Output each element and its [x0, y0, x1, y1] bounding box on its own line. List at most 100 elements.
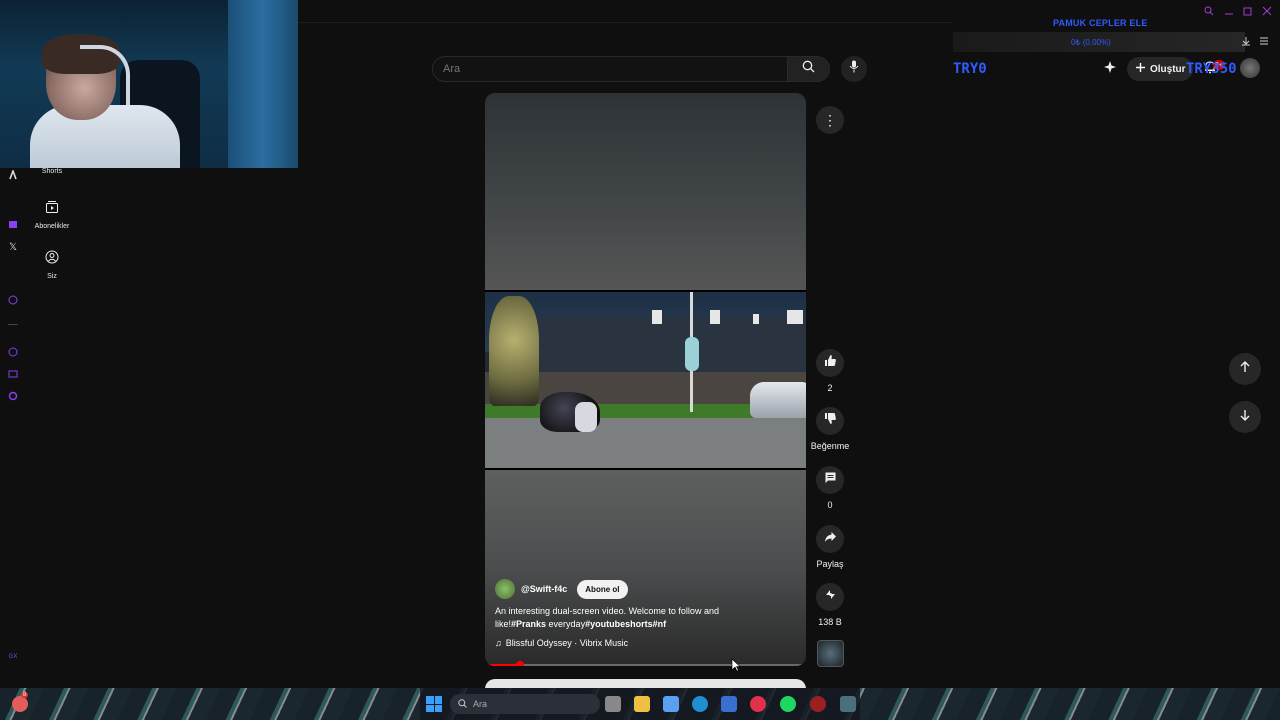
comments-icon-wrap [816, 466, 844, 494]
like-button[interactable]: 2 [810, 349, 850, 393]
next-short-button[interactable] [1229, 401, 1261, 433]
nav-item-shorts[interactable]: Shorts [26, 168, 78, 175]
nav-item-subscriptions[interactable]: Abonelikler [26, 200, 78, 230]
comments-button[interactable]: 0 [810, 466, 850, 510]
subscribe-button[interactable]: Abone ol [577, 579, 628, 599]
create-button[interactable]: Oluştur [1127, 57, 1193, 81]
mic-icon [849, 60, 859, 78]
restore-icon[interactable] [1243, 6, 1253, 19]
browser-sidebar: 𝕏 GX [0, 160, 26, 690]
remix-icon [824, 588, 837, 606]
menu-icon[interactable] [1259, 33, 1269, 51]
account-icon [45, 250, 59, 269]
app-icon[interactable] [810, 696, 826, 712]
avatar[interactable] [1240, 58, 1260, 78]
donation-goal-progress: 0₺ (0.00%) [1071, 38, 1111, 47]
sound-thumbnail[interactable] [817, 640, 844, 667]
gx-icon[interactable]: GX [6, 650, 20, 664]
twitch-icon[interactable] [6, 218, 20, 232]
taskbar-search-placeholder: Ara [473, 699, 488, 709]
task-view-icon[interactable] [605, 696, 621, 712]
thumbs-up-icon [824, 354, 837, 372]
video-progress-handle[interactable] [516, 661, 525, 666]
weather-widget-icon[interactable]: 8 [12, 692, 29, 712]
subscriptions-icon [45, 200, 59, 219]
donation-goal-overlay: PAMUK CEPLER ELE 0₺ (0.00%) [953, 14, 1280, 64]
share-icon-wrap [816, 525, 844, 553]
player-icon[interactable] [6, 293, 20, 307]
like-icon-wrap [816, 349, 844, 377]
search-icon [802, 60, 815, 78]
topbar-divider [298, 22, 953, 23]
file-explorer-icon[interactable] [634, 696, 650, 712]
video-description: An interesting dual-screen video. Welcom… [495, 605, 745, 631]
shorts-upload-button[interactable] [1099, 58, 1121, 80]
hashtag-link[interactable]: #youtubeshorts [585, 619, 653, 629]
plus-icon [1135, 62, 1146, 76]
dislike-button[interactable]: Beğenme [810, 407, 850, 451]
x-icon[interactable]: 𝕏 [6, 240, 20, 254]
arrow-down-icon [1239, 408, 1251, 426]
copilot-icon[interactable] [663, 696, 679, 712]
close-icon[interactable] [1262, 6, 1272, 19]
channel-avatar[interactable] [495, 579, 515, 599]
share-button[interactable]: Paylaş [810, 525, 850, 569]
dislike-icon-wrap [816, 407, 844, 435]
remix-icon-wrap [816, 583, 844, 611]
previous-short-button[interactable] [1229, 353, 1261, 385]
channel-name[interactable]: @Swift-f4c [521, 584, 567, 594]
short-video-player[interactable]: @Swift-f4c Abone ol An interesting dual-… [485, 93, 806, 666]
search-input[interactable] [432, 56, 788, 82]
edge-icon[interactable] [692, 696, 708, 712]
video-top-panel [485, 93, 806, 290]
more-options-button[interactable]: ⋮ [816, 106, 844, 134]
nav-item-label: Abonelikler [34, 223, 70, 230]
divider-icon [6, 318, 20, 332]
thumbs-down-icon [824, 412, 837, 430]
store-icon[interactable] [721, 696, 737, 712]
video-progress-fill [485, 664, 521, 666]
shorts-rail-icon[interactable] [6, 168, 20, 182]
video-progress-bar[interactable] [485, 661, 806, 666]
app-icon[interactable] [840, 696, 856, 712]
mouse-cursor-icon [731, 658, 741, 677]
nav-item-you[interactable]: Siz [26, 250, 78, 280]
like-count: 2 [827, 383, 833, 393]
donation-goal-title: PAMUK CEPLER ELE [1053, 18, 1148, 28]
comment-icon [824, 471, 837, 489]
share-label: Paylaş [816, 559, 844, 569]
music-link[interactable]: ♫ Blissful Odyssey · Vibrix Music [495, 638, 628, 648]
create-button-label: Oluştur [1150, 63, 1186, 75]
hashtag-link[interactable]: #Pranks [511, 619, 546, 629]
remix-count: 138 B [818, 617, 842, 627]
history-icon[interactable] [6, 345, 20, 359]
donation-goal-amount: TRY350 [1186, 61, 1237, 77]
hashtag-link[interactable]: #nf [653, 619, 667, 629]
taskbar-search[interactable]: Ara [450, 694, 600, 714]
channel-row: @Swift-f4c Abone ol [495, 579, 628, 599]
minimize-icon[interactable] [1224, 6, 1234, 19]
video-bottom-panel [485, 470, 806, 666]
windows-taskbar: 8 Ara [0, 688, 1280, 720]
webcam-feed [0, 0, 298, 168]
donation-current-amount: TRY0 [953, 61, 987, 77]
arrow-up-icon [1239, 360, 1251, 378]
spotify-icon[interactable] [780, 696, 796, 712]
music-title: Blissful Odyssey · Vibrix Music [505, 638, 629, 648]
search-icon [458, 698, 467, 710]
search-button[interactable] [788, 56, 830, 82]
search-window-icon[interactable] [1204, 6, 1214, 19]
nav-item-label: Shorts [41, 168, 63, 175]
download-icon[interactable] [1241, 33, 1251, 51]
windows-start-icon[interactable] [426, 696, 442, 712]
opera-gx-icon[interactable] [750, 696, 766, 712]
remix-button[interactable]: 138 B [810, 583, 850, 627]
voice-search-button[interactable] [841, 56, 867, 82]
box-icon[interactable] [6, 367, 20, 381]
nav-item-label: Siz [47, 273, 57, 280]
share-icon [824, 530, 837, 548]
settings-icon[interactable] [6, 389, 20, 403]
music-note-icon: ♫ [495, 638, 502, 648]
kebab-icon: ⋮ [823, 111, 837, 128]
dislike-label: Beğenme [810, 441, 850, 451]
